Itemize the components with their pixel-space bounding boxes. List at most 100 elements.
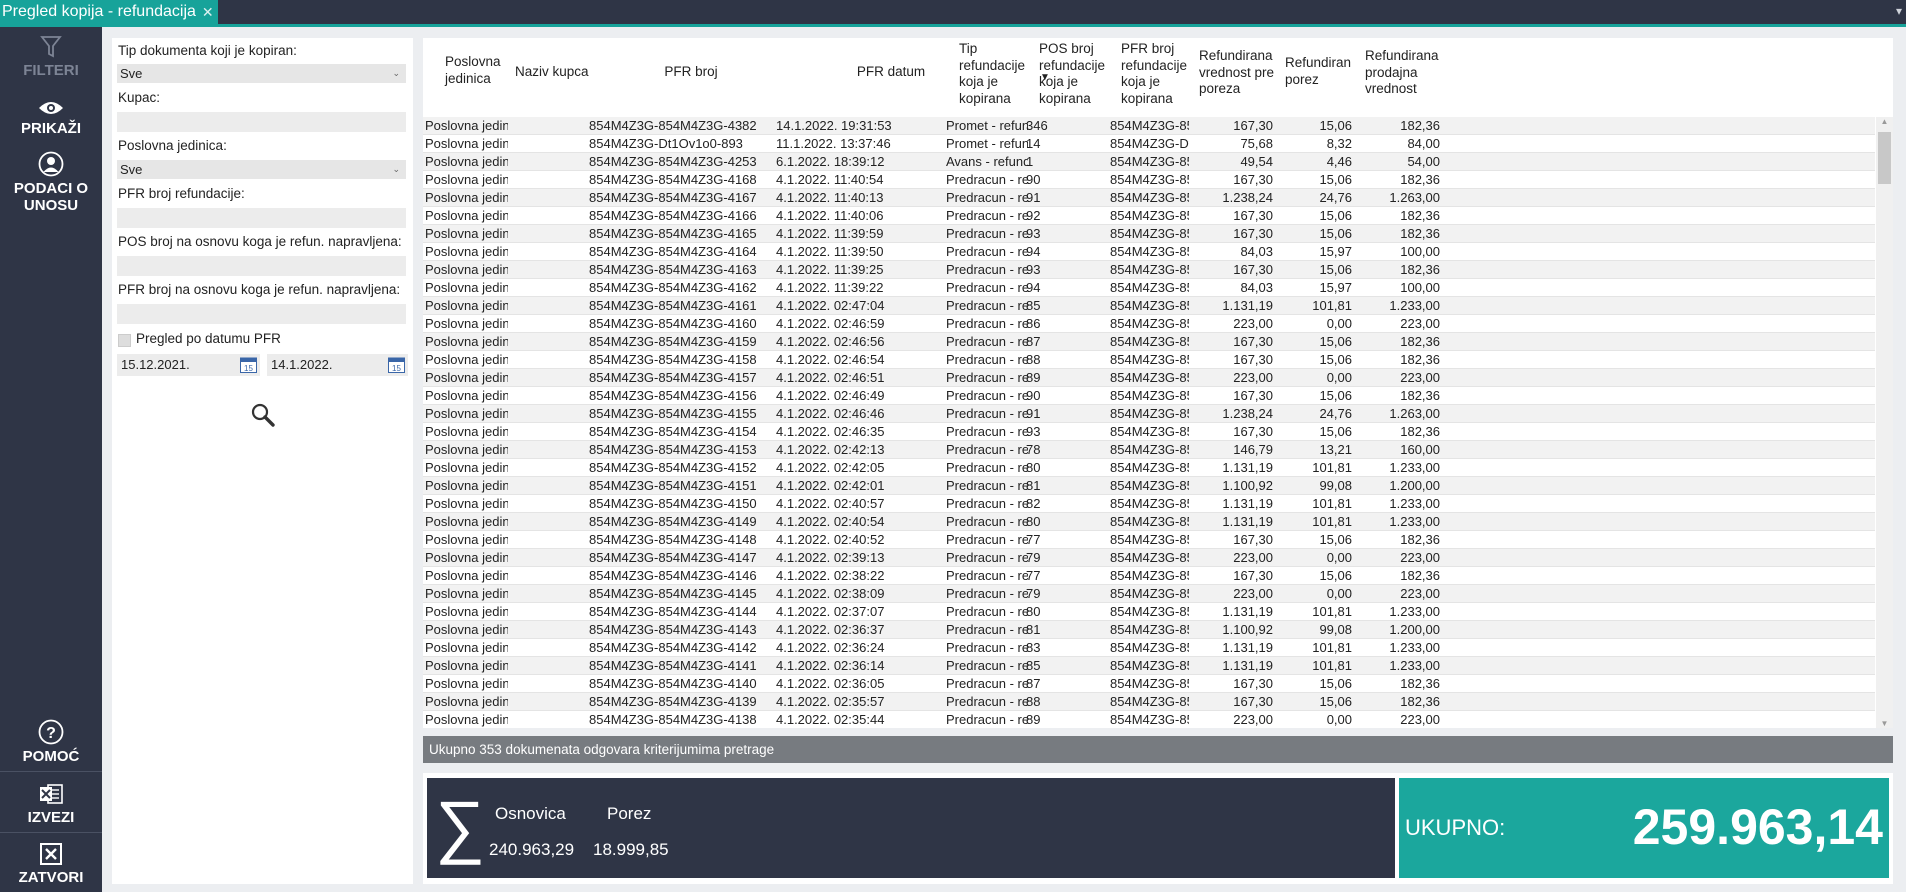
table-row[interactable]: Poslovna jedinica 854M4Z3G-854M4Z3G-4158 4… xyxy=(423,351,1875,369)
pfr-osnova-input[interactable] xyxy=(117,304,406,324)
scroll-up-icon[interactable]: ▲ xyxy=(1876,117,1893,126)
table-row[interactable]: Poslovna jedinica 854M4Z3G-854M4Z3G-4145 4… xyxy=(423,585,1875,603)
table-cell: 182,36 xyxy=(1400,172,1440,187)
table-row[interactable]: Poslovna jedinica 854M4Z3G-854M4Z3G-4142 4… xyxy=(423,639,1875,657)
column-header[interactable]: Refundiran porez xyxy=(1285,55,1355,88)
table-row[interactable]: Poslovna jedinica 854M4Z3G-854M4Z3G-4138 4… xyxy=(423,711,1875,728)
table-row[interactable]: Poslovna jedinica 854M4Z3G-854M4Z3G-4157 4… xyxy=(423,369,1875,387)
table-row[interactable]: Poslovna jedinica 854M4Z3G-854M4Z3G-4141 4… xyxy=(423,657,1875,675)
table-cell: 854M4Z3G-854M4Z3G-4157 xyxy=(589,370,757,385)
table-row[interactable]: Poslovna jedinica 854M4Z3G-854M4Z3G-4166 4… xyxy=(423,207,1875,225)
table-row[interactable]: Poslovna jedinica 854M4Z3G-854M4Z3G-4147 4… xyxy=(423,549,1875,567)
table-row[interactable]: Poslovna jedinica 854M4Z3G-854M4Z3G-4163 4… xyxy=(423,261,1875,279)
table-cell: 0,00 xyxy=(1326,316,1352,331)
table-row[interactable]: Poslovna jedinica 854M4Z3G-854M4Z3G-4146 4… xyxy=(423,567,1875,585)
table-row[interactable]: Poslovna jedinica 854M4Z3G-854M4Z3G-4165 4… xyxy=(423,225,1875,243)
table-row[interactable]: Poslovna jedinica 854M4Z3G-854M4Z3G-4149 4… xyxy=(423,513,1875,531)
table-cell: 0,00 xyxy=(1326,550,1352,565)
table-row[interactable]: Poslovna jedinica 854M4Z3G-854M4Z3G-4150 4… xyxy=(423,495,1875,513)
podaci-o-unosu-button[interactable]: PODACI O UNOSU xyxy=(0,151,102,214)
prikazi-button[interactable]: PRIKAŽI xyxy=(0,99,102,137)
table-cell: 182,36 xyxy=(1400,226,1440,241)
table-row[interactable]: Poslovna jedinica 854M4Z3G-854M4Z3G-4144 4… xyxy=(423,603,1875,621)
column-header[interactable]: Refundirana vrednost pre poreza xyxy=(1199,48,1283,98)
table-cell: 854M4Z3G-854M4Z3G-4152 xyxy=(589,460,757,475)
column-header[interactable]: Refundirana prodajna vrednost xyxy=(1365,48,1449,98)
table-row[interactable]: Poslovna jedinica 854M4Z3G-854M4Z3G-4151 4… xyxy=(423,477,1875,495)
table-row[interactable]: Poslovna jedinica 854M4Z3G-Dt1Ov1o0-893 11… xyxy=(423,135,1875,153)
table-cell: Poslovna jedinica xyxy=(425,154,508,169)
calendar-icon[interactable]: 15 xyxy=(388,356,405,373)
search-icon[interactable] xyxy=(250,402,276,428)
table-row[interactable]: Poslovna jedinica 854M4Z3G-854M4Z3G-4156 4… xyxy=(423,387,1875,405)
table-cell: 167,30 xyxy=(1233,226,1273,241)
column-header[interactable]: Poslovna jedinica xyxy=(445,54,515,87)
table-row[interactable]: Poslovna jedinica 854M4Z3G-854M4Z3G-4164 4… xyxy=(423,243,1875,261)
column-header[interactable]: Tip refundacije koja je kopirana xyxy=(959,41,1031,107)
table-row[interactable]: Poslovna jedinica 854M4Z3G-854M4Z3G-4155 4… xyxy=(423,405,1875,423)
table-cell: 8,32 xyxy=(1326,136,1352,151)
window-menu-icon[interactable]: ▾ xyxy=(1896,4,1902,18)
scrollbar-thumb[interactable] xyxy=(1878,132,1891,184)
table-cell: 854M4Z3G-854M4Z3G xyxy=(1110,316,1189,331)
column-header[interactable]: Naziv kupca xyxy=(515,64,595,81)
table-row[interactable]: Poslovna jedinica 854M4Z3G-854M4Z3G-4160 4… xyxy=(423,315,1875,333)
table-row[interactable]: Poslovna jedinica 854M4Z3G-854M4Z3G-4140 4… xyxy=(423,675,1875,693)
pregled-po-datumu-checkbox[interactable] xyxy=(118,334,131,347)
table-cell: 4.1.2022. 02:36:14 xyxy=(776,658,885,673)
table-row[interactable]: Poslovna jedinica 854M4Z3G-854M4Z3G-4161 4… xyxy=(423,297,1875,315)
close-tab-icon[interactable]: ✕ xyxy=(202,0,214,24)
column-header-line: poreza xyxy=(1199,81,1241,96)
pfr-refundacije-input[interactable] xyxy=(117,208,406,228)
pos-broj-input[interactable] xyxy=(117,256,406,276)
table-row[interactable]: Poslovna jedinica 854M4Z3G-854M4Z3G-4152 4… xyxy=(423,459,1875,477)
vertical-scrollbar[interactable]: ▲ ▼ xyxy=(1876,117,1893,728)
table-cell: Poslovna jedinica xyxy=(425,496,508,511)
scroll-down-icon[interactable]: ▼ xyxy=(1876,719,1893,728)
table-cell: Poslovna jedinica xyxy=(425,334,508,349)
calendar-icon[interactable]: 15 xyxy=(240,356,257,373)
zatvori-button[interactable]: ZATVORI xyxy=(0,842,102,886)
table-row[interactable]: Poslovna jedinica 854M4Z3G-854M4Z3G-4143 4… xyxy=(423,621,1875,639)
table-row[interactable]: Poslovna jedinica 854M4Z3G-854M4Z3G-4162 4… xyxy=(423,279,1875,297)
date-to-field[interactable]: 14.1.2022. 15 xyxy=(267,354,408,376)
table-cell: 854M4Z3G-854M4Z3G-4146 xyxy=(589,568,757,583)
column-header-line: koja je xyxy=(959,74,999,89)
column-header[interactable]: PFR broj refundacije koja je kopirana xyxy=(1121,41,1197,107)
table-cell: 1.233,00 xyxy=(1389,514,1440,529)
table-row[interactable]: Poslovna jedinica 854M4Z3G-854M4Z3G-4154 4… xyxy=(423,423,1875,441)
table-cell: 854M4Z3G-854M4Z3G xyxy=(1110,568,1189,583)
table-row[interactable]: Poslovna jedinica 854M4Z3G-854M4Z3G-4167 4… xyxy=(423,189,1875,207)
kupac-input[interactable] xyxy=(117,112,406,132)
table-row[interactable]: Poslovna jedinica 854M4Z3G-854M4Z3G-4139 4… xyxy=(423,693,1875,711)
column-header[interactable]: POS broj refundacije koja je kopirana xyxy=(1039,41,1115,107)
table-cell: 80 xyxy=(1026,460,1041,475)
tip-dokumenta-select[interactable]: Sve ⌄ xyxy=(117,64,406,83)
tab-pregled-kopija[interactable]: Pregled kopija - refundacija ✕ xyxy=(0,0,218,24)
pomoc-button[interactable]: ? POMOĆ xyxy=(0,719,102,765)
izvezi-button[interactable]: IZVEZI xyxy=(0,782,102,826)
table-row[interactable]: Poslovna jedinica 854M4Z3G-854M4Z3G-4148 4… xyxy=(423,531,1875,549)
column-header[interactable]: PFR broj xyxy=(591,64,791,81)
table-cell: 223,00 xyxy=(1400,316,1440,331)
table-cell: 13,21 xyxy=(1319,442,1352,457)
table-cell: 223,00 xyxy=(1400,550,1440,565)
table-cell: 854M4Z3G-854M4Z3G xyxy=(1110,298,1189,313)
table-cell: 1.100,92 xyxy=(1222,622,1273,637)
filteri-button[interactable]: FILTERI xyxy=(0,35,102,79)
poslovna-jedinica-select[interactable]: Sve ⌄ xyxy=(117,160,406,179)
column-header-line: Refundirana xyxy=(1199,48,1273,63)
table-row[interactable]: Poslovna jedinica 854M4Z3G-854M4Z3G-4159 4… xyxy=(423,333,1875,351)
table-cell: 167,30 xyxy=(1233,172,1273,187)
table-cell: 854M4Z3G-854M4Z3G xyxy=(1110,388,1189,403)
date-from-field[interactable]: 15.12.2021. 15 xyxy=(117,354,260,376)
table-cell: 75,68 xyxy=(1240,136,1273,151)
table-row[interactable]: Poslovna jedinica 854M4Z3G-854M4Z3G-4382 1… xyxy=(423,117,1875,135)
sort-desc-icon[interactable]: ▼ xyxy=(1040,72,1050,83)
column-header-line: Refundiran xyxy=(1285,55,1352,70)
table-cell: 854M4Z3G-854M4Z3G xyxy=(1110,226,1189,241)
table-row[interactable]: Poslovna jedinica 854M4Z3G-854M4Z3G-4253 6… xyxy=(423,153,1875,171)
table-row[interactable]: Poslovna jedinica 854M4Z3G-854M4Z3G-4153 4… xyxy=(423,441,1875,459)
table-row[interactable]: Poslovna jedinica 854M4Z3G-854M4Z3G-4168 4… xyxy=(423,171,1875,189)
table-cell: Poslovna jedinica xyxy=(425,532,508,547)
